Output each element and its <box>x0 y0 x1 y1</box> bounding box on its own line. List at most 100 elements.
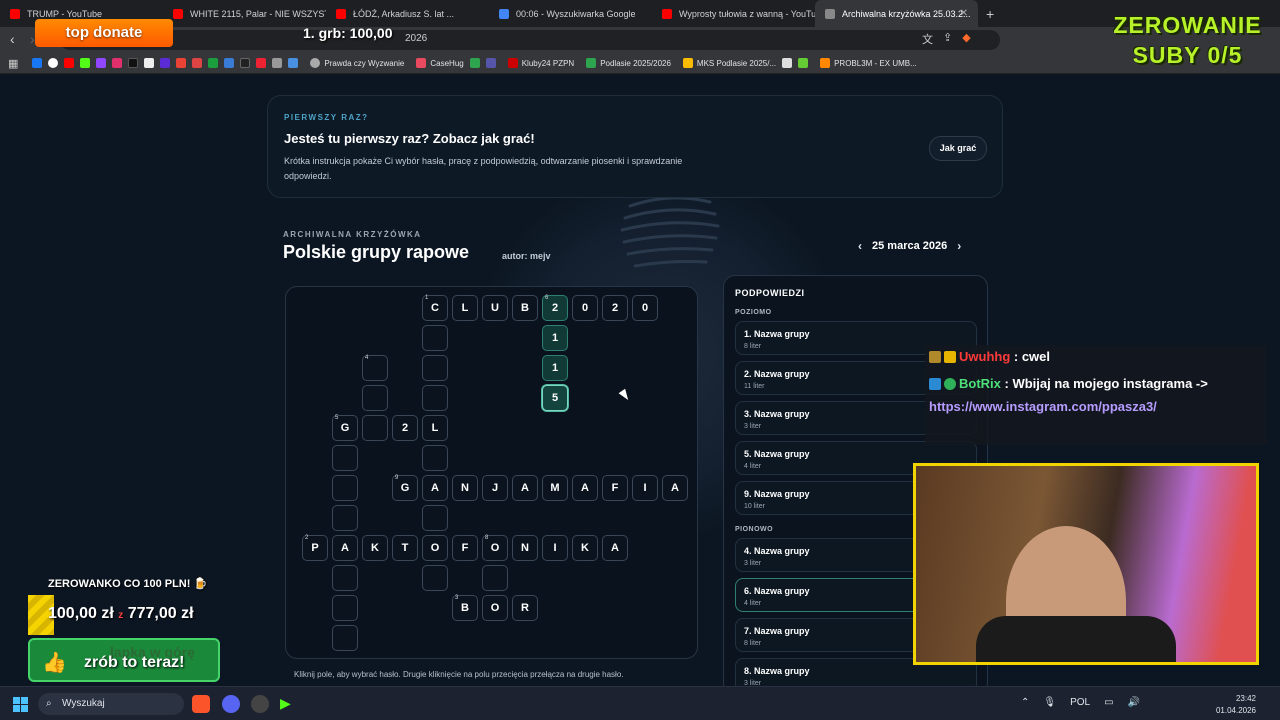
crossword-cell[interactable]: 2 <box>602 295 628 321</box>
clock[interactable]: 23:42 01.04.2026 <box>1216 693 1256 717</box>
crossword-cell[interactable]: 62 <box>542 295 568 321</box>
crossword-cell[interactable]: I <box>632 475 658 501</box>
crossword-cell[interactable]: T <box>392 535 418 561</box>
site-icon[interactable] <box>192 58 203 68</box>
x-icon[interactable] <box>240 58 251 68</box>
crossword-cell[interactable]: A <box>512 475 538 501</box>
crossword-cell[interactable]: R <box>512 595 538 621</box>
next-date-button[interactable]: › <box>957 239 961 253</box>
prev-date-button[interactable]: ‹ <box>858 239 862 253</box>
browser-tab[interactable]: Archiwalna krzyżówka 25.03.2... ✕ <box>815 0 978 27</box>
site-icon[interactable] <box>782 58 793 68</box>
crossword-cell[interactable] <box>422 325 448 351</box>
apps-grid-icon[interactable]: ▦ <box>8 57 18 70</box>
crossword-cell[interactable] <box>362 385 388 411</box>
crossword-cell[interactable]: O <box>422 535 448 561</box>
bookmark-item[interactable]: Kluby24 PZPN <box>507 58 574 68</box>
crossword-cell[interactable]: A <box>332 535 358 561</box>
new-tab-icon[interactable]: + <box>986 6 994 22</box>
crossword-cell[interactable]: L <box>422 415 448 441</box>
site-icon[interactable] <box>160 58 171 68</box>
site-icon[interactable] <box>485 58 496 68</box>
obs-icon[interactable] <box>251 695 269 713</box>
bookmark-item[interactable]: MKS Podlasie 2025/... <box>682 58 776 68</box>
crossword-cell[interactable] <box>332 475 358 501</box>
kick-icon[interactable] <box>80 58 91 68</box>
crossword-cell[interactable]: N <box>452 475 478 501</box>
crossword-cell[interactable]: A <box>572 475 598 501</box>
crossword-cell[interactable] <box>422 445 448 471</box>
language-indicator[interactable]: POL <box>1070 697 1090 708</box>
crossword-cell[interactable] <box>422 565 448 591</box>
play-icon[interactable]: ▶ <box>280 695 298 713</box>
volume-icon[interactable]: 🔊 <box>1128 697 1140 708</box>
site-icon[interactable] <box>798 58 809 68</box>
translate-icon[interactable]: 文 <box>922 31 933 47</box>
discord-icon[interactable] <box>222 695 240 713</box>
crossword-cell[interactable]: N <box>512 535 538 561</box>
crossword-cell[interactable]: 2 <box>392 415 418 441</box>
crossword-cell[interactable] <box>332 625 358 651</box>
site-icon[interactable] <box>288 58 299 68</box>
crossword-cell[interactable]: A <box>602 535 628 561</box>
crossword-cell[interactable] <box>332 505 358 531</box>
site-icon[interactable] <box>208 58 219 68</box>
bookmark-item[interactable]: CaseHug <box>416 58 464 68</box>
how-to-play-button[interactable]: Jak grać <box>929 136 987 161</box>
share-icon[interactable]: ⇪ <box>943 31 952 47</box>
network-icon[interactable]: ▭ <box>1104 697 1113 708</box>
site-icon[interactable] <box>256 58 267 68</box>
crossword-cell[interactable] <box>332 445 358 471</box>
bookmark-item[interactable]: Podlasie 2025/2026 <box>586 58 671 68</box>
chevron-up-icon[interactable]: ⌃ <box>1021 697 1029 708</box>
crossword-cell[interactable]: M <box>542 475 568 501</box>
browser-tab[interactable]: ŁÓDŹ, Arkadiusz S. lat ... <box>326 0 489 27</box>
crossword-cell[interactable] <box>422 505 448 531</box>
gmail-icon[interactable] <box>176 58 187 68</box>
bookmark-item[interactable]: Prawda czy Wyzwanie <box>310 58 404 68</box>
crossword-cell[interactable]: L <box>452 295 478 321</box>
crossword-cell[interactable]: 5G <box>332 415 358 441</box>
forward-icon[interactable]: › <box>30 31 35 47</box>
site-icon[interactable] <box>469 58 480 68</box>
facebook-icon[interactable] <box>32 58 43 68</box>
crossword-cell[interactable]: B <box>512 295 538 321</box>
tiktok-icon[interactable] <box>128 58 139 68</box>
crossword-cell[interactable]: K <box>572 535 598 561</box>
crossword-cell[interactable]: J <box>482 475 508 501</box>
crossword-cell[interactable]: F <box>452 535 478 561</box>
crossword-cell[interactable]: U <box>482 295 508 321</box>
crossword-cell[interactable] <box>422 355 448 381</box>
crossword-cell[interactable]: A <box>422 475 448 501</box>
crossword-cell[interactable]: 1 <box>542 325 568 351</box>
crossword-cell[interactable]: 0 <box>572 295 598 321</box>
crossword-cell[interactable] <box>332 565 358 591</box>
crossword-cell[interactable]: 2P <box>302 535 328 561</box>
browser-tab[interactable]: WHITE 2115, Palar - NIE WSZYSTKO ... <box>163 0 326 27</box>
brave-shield-icon[interactable]: ◆ <box>962 31 970 47</box>
crossword-cell[interactable]: 0 <box>632 295 658 321</box>
brave-icon[interactable] <box>192 695 210 713</box>
youtube-icon[interactable] <box>64 58 75 68</box>
crossword-cell[interactable] <box>332 595 358 621</box>
google-icon[interactable] <box>48 58 59 68</box>
crossword-cell[interactable] <box>482 565 508 591</box>
crossword-cell[interactable]: 9G <box>392 475 418 501</box>
close-tab-icon[interactable]: ✕ <box>960 8 968 19</box>
url-field[interactable]: 2026 <box>60 30 1000 50</box>
tip-icon[interactable] <box>144 58 155 68</box>
crossword-cell[interactable]: O <box>482 595 508 621</box>
mic-icon[interactable]: 🎙 <box>1043 697 1056 708</box>
crossword-cell[interactable]: K <box>362 535 388 561</box>
crossword-cell[interactable]: A <box>662 475 688 501</box>
crossword-cell[interactable]: 8O <box>482 535 508 561</box>
taskbar-search[interactable]: ⌕ Wyszukaj <box>38 693 184 715</box>
site-icon[interactable] <box>224 58 235 68</box>
crossword-cell[interactable]: 5 <box>542 385 568 411</box>
crossword-cell[interactable]: 1C <box>422 295 448 321</box>
back-icon[interactable]: ‹ <box>10 31 15 47</box>
crossword-cell[interactable]: 3B <box>452 595 478 621</box>
crossword-cell[interactable]: F <box>602 475 628 501</box>
start-button-icon[interactable] <box>13 697 28 712</box>
crossword-cell[interactable] <box>422 385 448 411</box>
